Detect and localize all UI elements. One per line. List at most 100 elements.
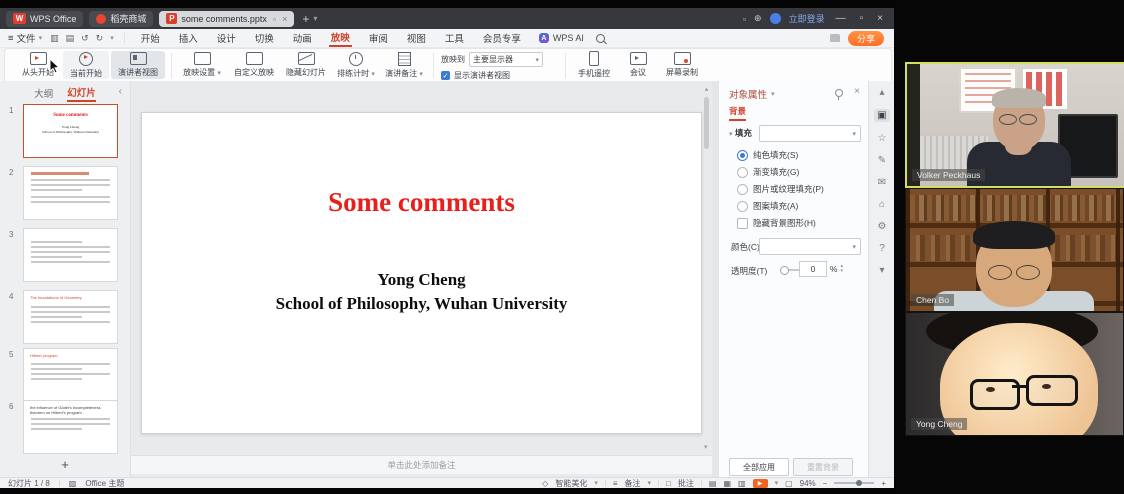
file-menu[interactable]: ≡ 文件 ▾ xyxy=(0,31,50,45)
slide-sorter-view-icon[interactable]: ▦ xyxy=(723,479,731,488)
slides-tab[interactable]: 幻灯片 xyxy=(67,85,96,102)
tab-insert[interactable]: 插入 xyxy=(177,30,200,46)
presenter-view-checkbox[interactable]: ✓ xyxy=(441,71,450,80)
scrollbar-thumb[interactable] xyxy=(704,97,709,149)
tab-view[interactable]: 视图 xyxy=(405,30,428,46)
help-icon[interactable]: ? xyxy=(879,243,885,254)
show-settings-button[interactable]: 放映设置 ▾ xyxy=(177,51,227,79)
share-button[interactable]: 分享 xyxy=(848,31,884,46)
slide-thumbnail-5[interactable]: Hilbert program xyxy=(23,348,118,402)
display-select[interactable]: 主要显示器▾ xyxy=(469,52,543,67)
tab-detach-icon[interactable]: ▫ xyxy=(273,14,276,24)
notes-area[interactable]: 单击此处添加备注 xyxy=(131,455,712,474)
tab-wps-office[interactable]: W WPS Office xyxy=(6,11,83,27)
pattern-fill-radio[interactable] xyxy=(737,201,748,212)
new-tab-button[interactable]: + xyxy=(302,12,309,26)
chevron-down-icon[interactable]: ▾ xyxy=(594,479,598,487)
apply-all-button[interactable]: 全部应用 xyxy=(729,458,789,476)
tab-member[interactable]: 会员专享 xyxy=(481,30,523,46)
solid-fill-radio[interactable] xyxy=(737,150,748,161)
edit-pencil-icon[interactable]: ✎ xyxy=(878,155,886,166)
pin-icon[interactable] xyxy=(835,89,843,97)
presenter-view-button[interactable]: 演讲者视图 xyxy=(111,51,165,79)
fill-preset-select[interactable]: ▾ xyxy=(759,125,861,142)
zoom-out-button[interactable]: − xyxy=(823,479,828,488)
slide-thumbnail-3[interactable] xyxy=(23,228,118,282)
print-icon[interactable]: ▤ xyxy=(66,33,75,44)
tab-document[interactable]: P some comments.pptx ▫ × xyxy=(159,11,294,27)
zoom-level[interactable]: 94% xyxy=(800,479,816,488)
close-button[interactable]: × xyxy=(874,13,886,24)
fill-section-header[interactable]: ▾ 填充 xyxy=(729,127,752,139)
undo-icon[interactable]: ↺ xyxy=(81,33,89,44)
outline-tab[interactable]: 大纲 xyxy=(34,86,53,100)
add-slide-button[interactable]: + xyxy=(0,457,130,472)
video-tile-volker[interactable]: Volker Peckhaus xyxy=(905,62,1124,188)
collapse-panel-icon[interactable]: ‹ xyxy=(119,86,122,97)
chevron-down-icon[interactable]: ▾ xyxy=(110,34,114,42)
save-icon[interactable]: ▥ xyxy=(50,33,59,44)
restore-button[interactable]: ▫ xyxy=(857,13,867,24)
fullscreen-icon[interactable]: ▢ xyxy=(785,479,793,488)
scroll-up-icon[interactable]: ▴ xyxy=(879,87,884,98)
stepper[interactable]: ▴▾ xyxy=(840,264,843,274)
meeting-button[interactable]: 会议 xyxy=(619,51,657,79)
phone-remote-button[interactable]: 手机遥控 xyxy=(571,51,617,79)
tab-transition[interactable]: 切换 xyxy=(253,30,276,46)
tab-docer-store[interactable]: 稻壳商城 xyxy=(89,11,153,27)
gradient-fill-radio[interactable] xyxy=(737,167,748,178)
tab-tools[interactable]: 工具 xyxy=(443,30,466,46)
redo-icon[interactable]: ↻ xyxy=(96,33,104,44)
globe-icon[interactable]: ⊕ xyxy=(754,13,762,24)
home-icon[interactable]: ⌂ xyxy=(879,199,885,210)
screen-record-button[interactable]: 屏幕录制 xyxy=(659,51,705,79)
reset-background-button[interactable]: 重置背景 xyxy=(793,458,853,476)
slide-thumbnail-2[interactable] xyxy=(23,166,118,220)
hide-slide-button[interactable]: 隐藏幻灯片 xyxy=(281,51,331,79)
notes-button[interactable]: 备注 xyxy=(625,478,641,489)
video-tile-chenbo[interactable]: Chen Bo xyxy=(905,188,1124,312)
rehearse-timings-button[interactable]: 排练计时 ▾ xyxy=(333,51,379,79)
slide-thumbnail-6[interactable]: the influence of Gödel's incompleteness … xyxy=(23,400,118,454)
vertical-scrollbar[interactable]: ▴▾ xyxy=(703,85,710,451)
notification-icon[interactable] xyxy=(830,34,840,42)
color-select[interactable]: ▾ xyxy=(759,238,861,255)
settings-gear-icon[interactable]: ⚙ xyxy=(878,221,887,232)
zoom-slider-thumb[interactable] xyxy=(856,480,862,486)
properties-panel-icon[interactable]: ▣ xyxy=(874,109,889,122)
favorites-star-icon[interactable]: ☆ xyxy=(878,133,887,144)
reading-view-icon[interactable]: ▥ xyxy=(738,479,746,488)
custom-show-button[interactable]: 自定义放映 xyxy=(229,51,279,79)
speaker-notes-button[interactable]: 演讲备注 ▾ xyxy=(381,51,427,79)
minimize-button[interactable]: — xyxy=(833,13,849,24)
panel-close-icon[interactable]: × xyxy=(854,86,860,97)
tab-animation[interactable]: 动画 xyxy=(291,30,314,46)
slider-thumb[interactable] xyxy=(780,266,789,275)
tab-close-icon[interactable]: × xyxy=(282,14,287,24)
slide-thumbnail-1[interactable]: Some comments Yong Cheng School of Philo… xyxy=(23,104,118,158)
tab-list-dropdown-icon[interactable]: ▾ xyxy=(313,14,317,23)
slide-canvas[interactable]: Some comments Yong Cheng School of Philo… xyxy=(141,112,702,434)
normal-view-icon[interactable]: ▤ xyxy=(709,479,717,488)
search-icon[interactable] xyxy=(596,34,605,43)
transparency-input[interactable]: 0 xyxy=(799,261,827,277)
mail-icon[interactable]: ✉ xyxy=(878,177,886,188)
tab-design[interactable]: 设计 xyxy=(215,30,238,46)
scroll-down-icon[interactable]: ▾ xyxy=(879,265,884,276)
theme-label[interactable]: Office 主题 xyxy=(85,478,124,489)
slideshow-play-button[interactable]: ▶ xyxy=(753,479,768,488)
zoom-slider[interactable] xyxy=(834,482,874,484)
avatar[interactable] xyxy=(770,13,781,24)
video-tile-yongcheng[interactable]: Yong Cheng xyxy=(905,312,1124,436)
chevron-down-icon[interactable]: ▾ xyxy=(648,479,652,487)
wps-ai-button[interactable]: A WPS AI xyxy=(539,33,584,43)
tab-slideshow[interactable]: 放映 xyxy=(329,29,352,47)
tab-home[interactable]: 开始 xyxy=(139,30,162,46)
comments-button[interactable]: 批注 xyxy=(678,478,694,489)
zoom-in-button[interactable]: + xyxy=(881,479,886,488)
login-link[interactable]: 立即登录 xyxy=(789,12,825,25)
hide-background-checkbox[interactable] xyxy=(737,218,748,229)
slide-thumbnail-4[interactable]: The foundations of Geometry xyxy=(23,290,118,344)
tab-review[interactable]: 审阅 xyxy=(367,30,390,46)
from-current-button[interactable]: 当前开始 xyxy=(63,51,109,79)
